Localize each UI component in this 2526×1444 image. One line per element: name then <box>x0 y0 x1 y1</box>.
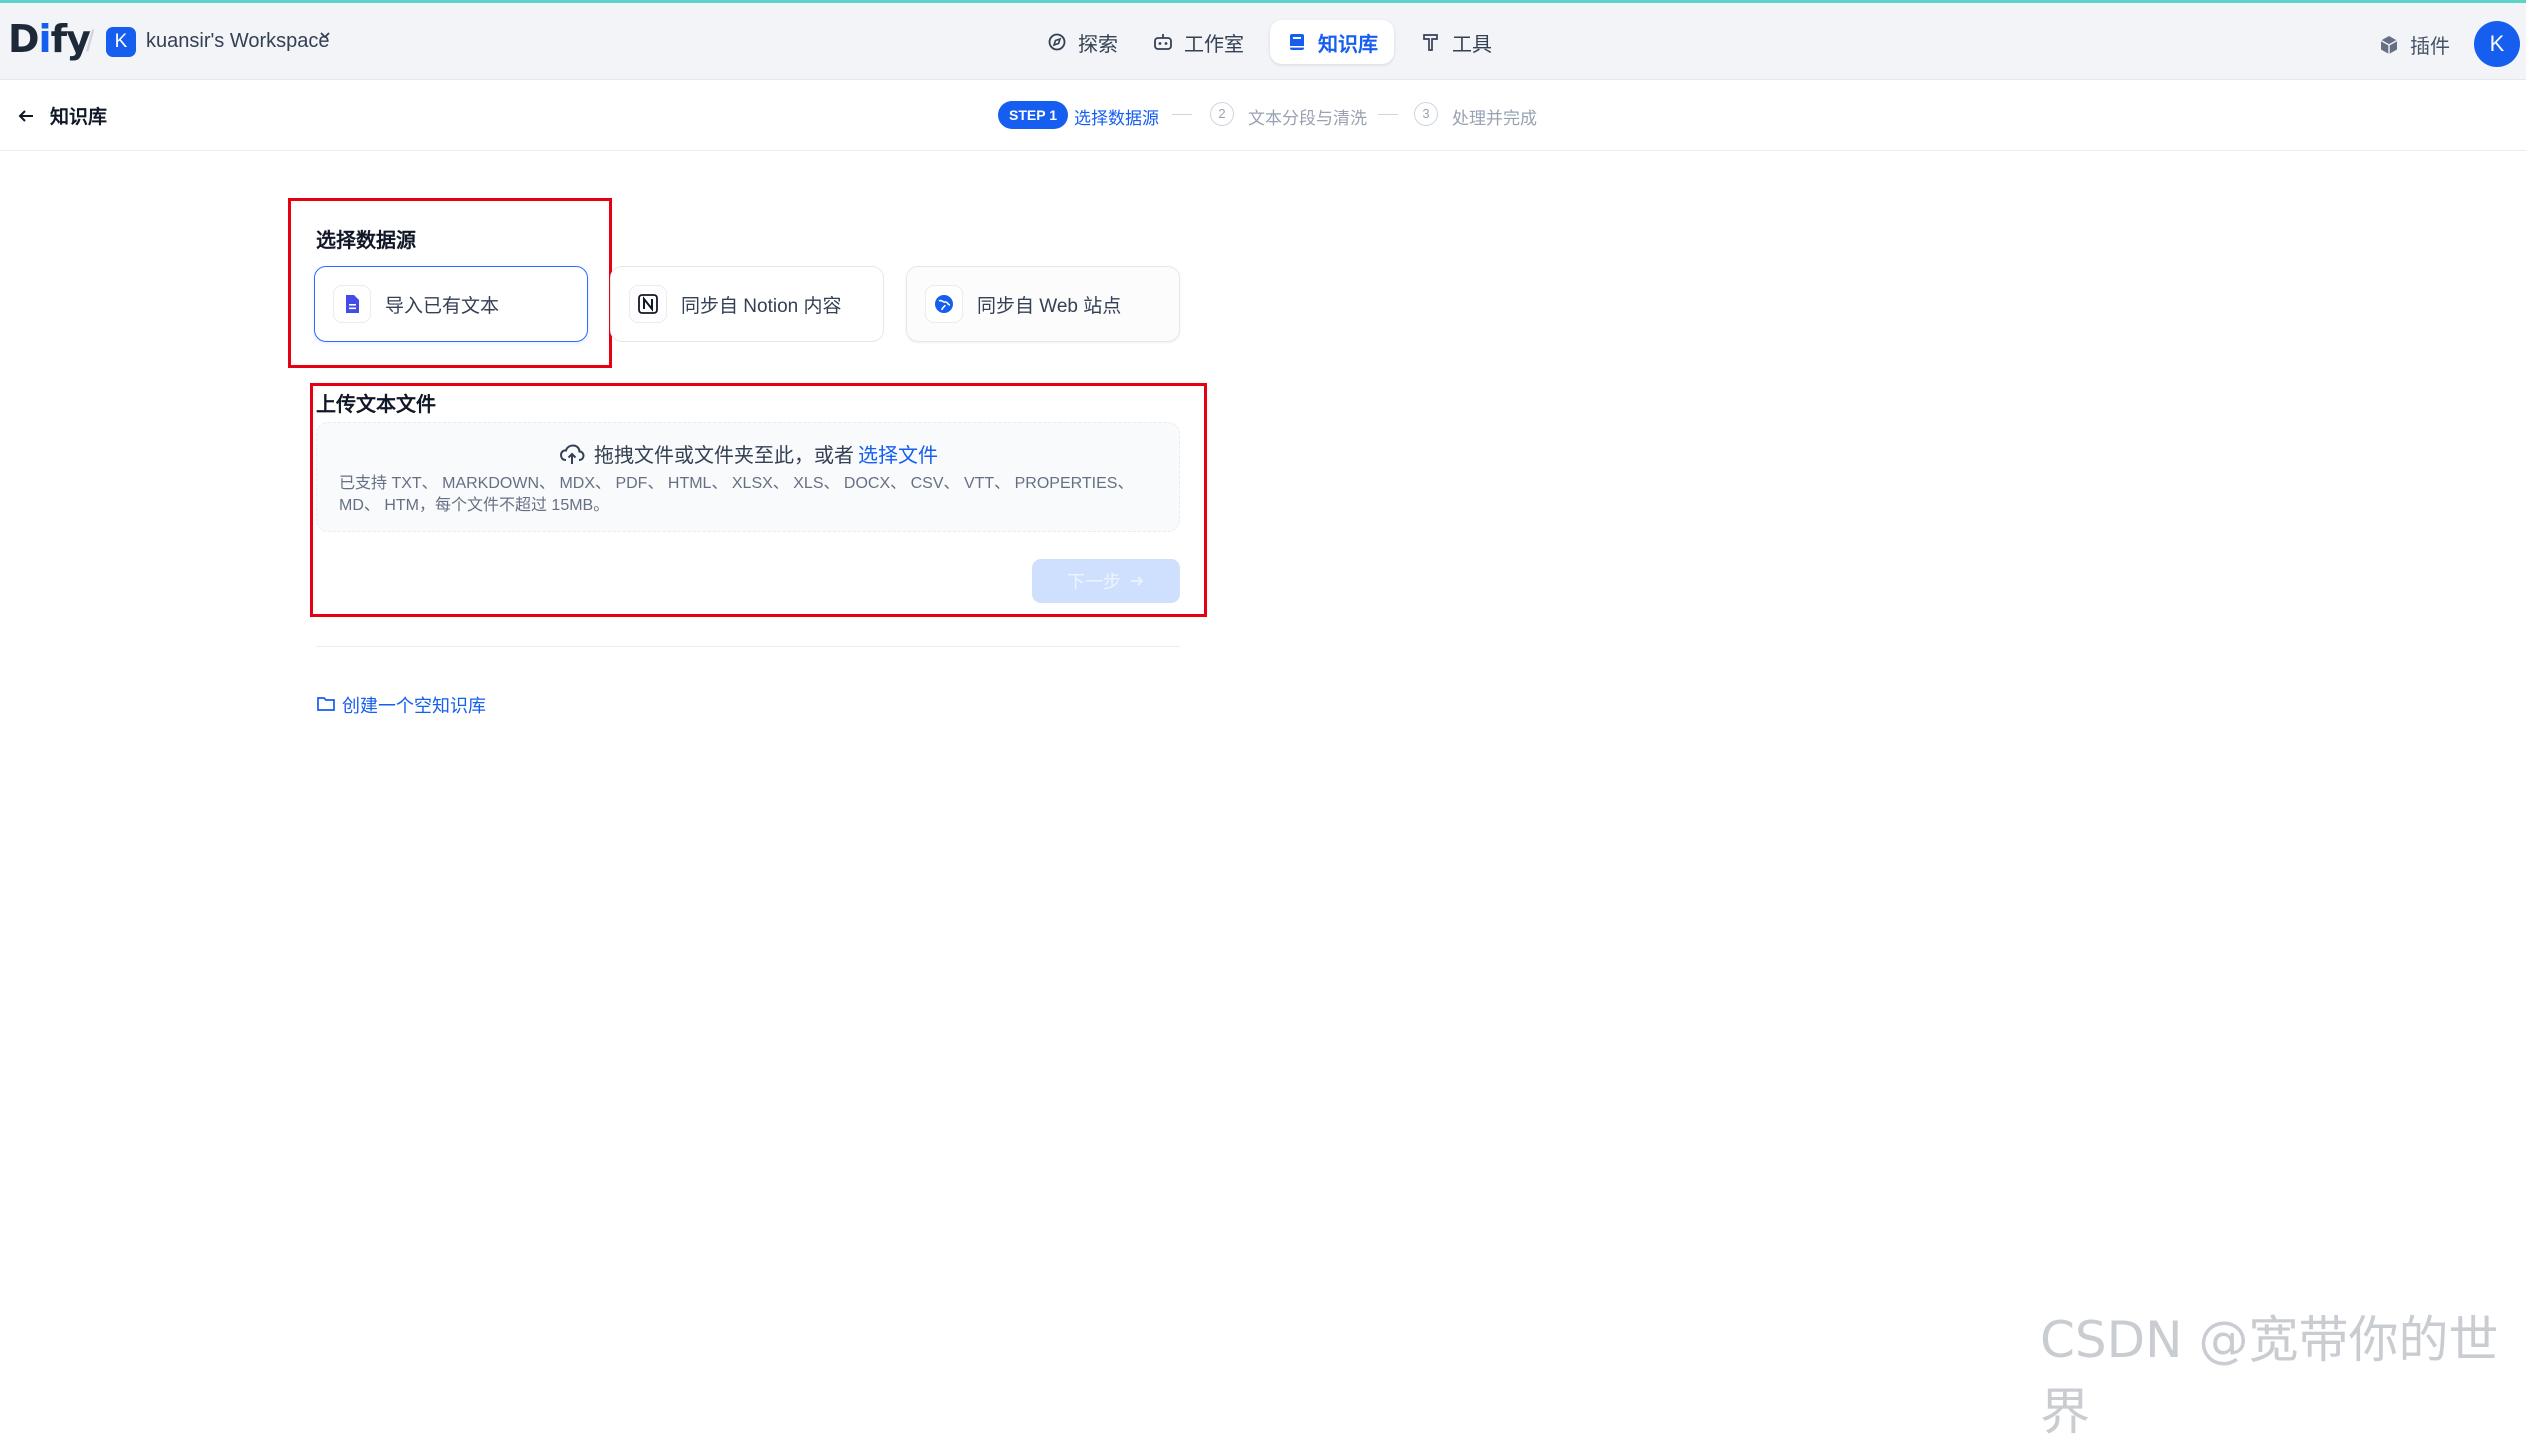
step-2-number: 2 <box>1210 102 1234 126</box>
file-dropzone[interactable]: 拖拽文件或文件夹至此，或者 选择文件 已支持 TXT、 MARKDOWN、 MD… <box>316 422 1180 532</box>
dropzone-instruction: 拖拽文件或文件夹至此，或者 选择文件 <box>317 439 1179 468</box>
nav-tools[interactable]: 工具 <box>1404 20 1508 64</box>
datasource-option-web[interactable]: 同步自 Web 站点 <box>906 266 1180 342</box>
compass-icon <box>1046 31 1068 53</box>
cloud-upload-icon <box>558 440 586 468</box>
globe-icon <box>925 285 963 323</box>
nav-explore-label: 探索 <box>1078 33 1118 56</box>
next-step-button[interactable]: 下一步 <box>1032 559 1180 603</box>
nav-studio-label: 工作室 <box>1184 33 1244 56</box>
section-divider <box>316 646 1180 647</box>
csdn-watermark: CSDN @宽带你的世界 <box>2040 1311 2499 1441</box>
nav-tools-label: 工具 <box>1452 33 1492 56</box>
step-3-number: 3 <box>1414 102 1438 126</box>
top-header: Dify / K kuansir's Workspace 探索 工作室 知识库 … <box>0 3 2526 80</box>
back-to-knowledge[interactable]: 知识库 <box>16 102 107 129</box>
create-empty-label: 创建一个空知识库 <box>342 696 486 716</box>
step-2-label: 文本分段与清洗 <box>1248 109 1367 128</box>
next-step-label: 下一步 <box>1067 572 1121 592</box>
workspace-avatar[interactable]: K <box>106 27 136 57</box>
datasource-option-notion-label: 同步自 Notion 内容 <box>681 295 842 317</box>
nav-explore[interactable]: 探索 <box>1030 20 1134 64</box>
back-label: 知识库 <box>50 107 108 128</box>
datasource-option-file[interactable]: 导入已有文本 <box>314 266 588 342</box>
arrow-right-icon <box>1129 573 1145 589</box>
dropzone-text: 拖拽文件或文件夹至此，或者 <box>594 445 854 467</box>
workspace-chevron-down-icon[interactable] <box>318 28 332 47</box>
folder-icon <box>316 695 336 715</box>
hammer-icon <box>1420 31 1442 53</box>
notion-icon <box>629 285 667 323</box>
nav-studio[interactable]: 工作室 <box>1136 20 1260 64</box>
header-divider: / <box>86 25 95 58</box>
datasource-option-web-label: 同步自 Web 站点 <box>977 295 1122 317</box>
robot-icon <box>1152 31 1174 53</box>
supported-formats-line-1: 已支持 TXT、 MARKDOWN、 MDX、 PDF、 HTML、 XLSX、… <box>339 475 1134 492</box>
step-1-label: 选择数据源 <box>1074 109 1159 128</box>
supported-formats-line-2: MD、 HTM，每个文件不超过 15MB。 <box>339 497 610 514</box>
nav-knowledge[interactable]: 知识库 <box>1270 20 1394 64</box>
select-file-link[interactable]: 选择文件 <box>858 439 938 468</box>
user-avatar[interactable]: K <box>2474 21 2520 67</box>
step-separator <box>1172 114 1192 115</box>
book-icon <box>1286 31 1308 53</box>
dify-logo[interactable]: Dify <box>8 17 91 61</box>
arrow-left-icon <box>16 106 36 126</box>
step-1-badge: STEP 1 <box>998 101 1068 129</box>
plugins-label: 插件 <box>2410 36 2450 58</box>
upload-title: 上传文本文件 <box>316 394 436 416</box>
datasource-option-file-label: 导入已有文本 <box>385 295 500 317</box>
step-separator <box>1378 114 1398 115</box>
file-text-icon <box>333 285 371 323</box>
supported-formats-tip: 已支持 TXT、 MARKDOWN、 MDX、 PDF、 HTML、 XLSX、… <box>339 473 1159 517</box>
workspace-name[interactable]: kuansir's Workspace <box>146 30 330 53</box>
create-empty-knowledge-link[interactable]: 创建一个空知识库 <box>316 692 486 718</box>
step-3-label: 处理并完成 <box>1452 109 1537 128</box>
datasource-title: 选择数据源 <box>316 230 416 252</box>
nav-knowledge-label: 知识库 <box>1318 33 1378 56</box>
plugins-button[interactable]: 插件 <box>2378 30 2450 59</box>
datasource-option-notion[interactable]: 同步自 Notion 内容 <box>610 266 884 342</box>
cube-icon <box>2378 34 2400 56</box>
